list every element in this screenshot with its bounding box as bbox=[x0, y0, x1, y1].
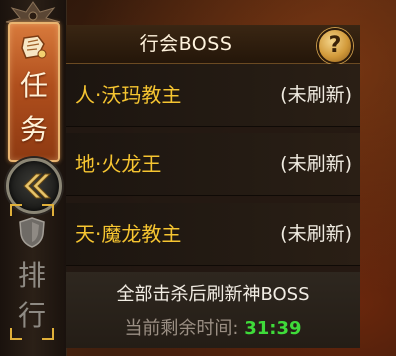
help-button[interactable]: ? bbox=[317, 28, 353, 64]
game-hud: 任 务 排 行 行会BOSS ? 人·沃玛教主 (未刷新) 地·火龙王 (未刷新… bbox=[0, 0, 396, 356]
boss-status: (未刷新) bbox=[280, 84, 352, 106]
panel-title: 行会BOSS bbox=[139, 33, 233, 55]
panel-header: 行会BOSS ? bbox=[66, 25, 360, 64]
tab-ranking[interactable]: 排 行 bbox=[10, 204, 54, 340]
tab-ranking-label-bottom: 行 bbox=[17, 299, 46, 332]
scroll-bell-icon bbox=[21, 35, 47, 59]
corner-frame-tr bbox=[42, 204, 54, 216]
boss-name: 天·魔龙教主 bbox=[75, 222, 182, 246]
god-boss-note: 全部击杀后刷新神BOSS bbox=[116, 284, 310, 305]
refresh-footer: 全部击杀后刷新神BOSS 当前剩余时间: 31:39 bbox=[66, 272, 360, 348]
side-tab-bar: 任 务 排 行 bbox=[0, 0, 67, 356]
countdown-label: 当前剩余时间: bbox=[124, 318, 239, 339]
boss-status: (未刷新) bbox=[280, 153, 352, 175]
guild-boss-panel: 行会BOSS ? 人·沃玛教主 (未刷新) 地·火龙王 (未刷新) 天·魔龙教主… bbox=[66, 25, 360, 348]
question-mark-icon: ? bbox=[328, 33, 342, 58]
boss-status: (未刷新) bbox=[280, 223, 352, 245]
tab-task-label-bottom: 务 bbox=[19, 113, 48, 146]
tab-task[interactable]: 任 务 bbox=[8, 22, 60, 162]
boss-row[interactable]: 人·沃玛教主 (未刷新) bbox=[66, 64, 360, 127]
tab-ranking-label-top: 排 bbox=[17, 259, 46, 292]
corner-frame-tl bbox=[10, 204, 22, 216]
countdown: 当前剩余时间: 31:39 bbox=[66, 314, 360, 340]
boss-name: 地·火龙王 bbox=[75, 152, 162, 176]
boss-row[interactable]: 地·火龙王 (未刷新) bbox=[66, 133, 360, 196]
double-chevron-left-icon bbox=[23, 173, 52, 199]
shield-icon bbox=[19, 217, 45, 248]
tab-task-label-top: 任 bbox=[19, 69, 48, 102]
boss-name: 人·沃玛教主 bbox=[75, 83, 182, 107]
countdown-value: 31:39 bbox=[244, 318, 302, 339]
boss-row[interactable]: 天·魔龙教主 (未刷新) bbox=[66, 203, 360, 266]
